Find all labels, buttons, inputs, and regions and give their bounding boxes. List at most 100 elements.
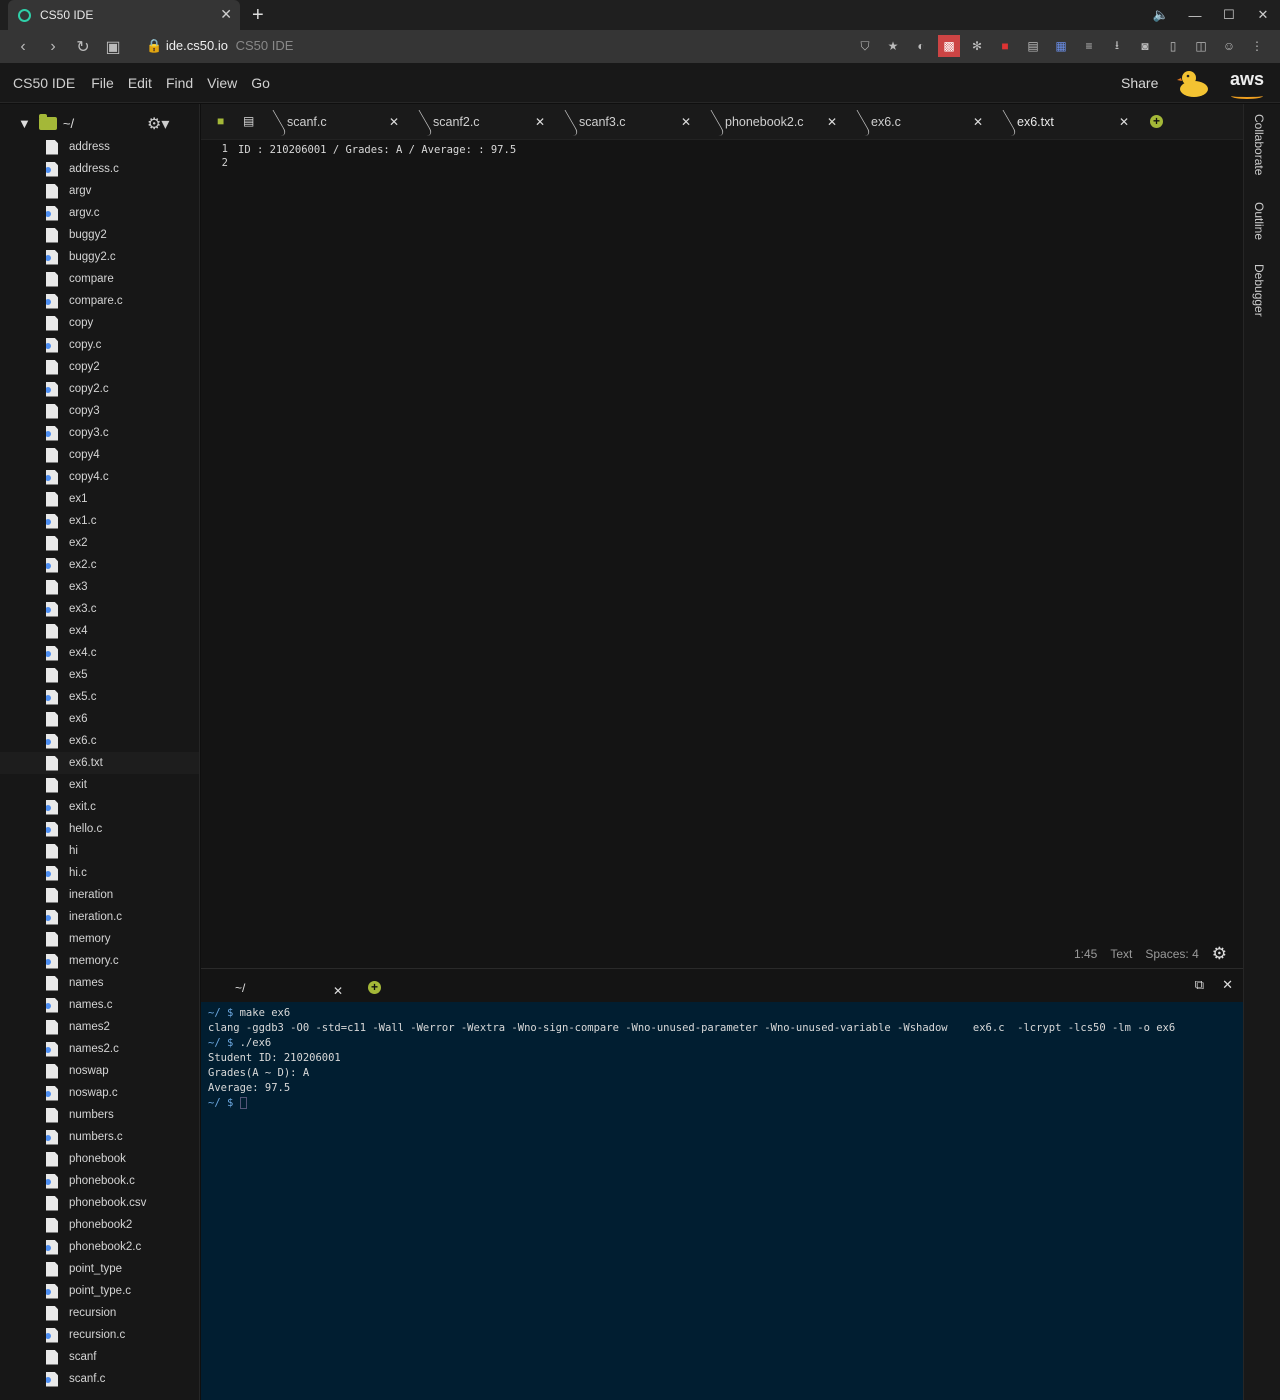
tab-scanf-c[interactable]: scanf.c ✕ [251, 104, 399, 140]
star-icon[interactable]: ★ [882, 35, 904, 57]
menu-edit[interactable]: Edit [128, 75, 152, 91]
close-panel-icon[interactable]: ✕ [1222, 977, 1233, 993]
tab-scanf2-c[interactable]: scanf2.c ✕ [397, 104, 545, 140]
tab-outline[interactable]: Outline [1252, 202, 1266, 240]
list-item[interactable]: point_type [0, 1258, 199, 1280]
folder-toggle-icon[interactable]: ■ [217, 114, 224, 128]
list-item[interactable]: noswap [0, 1060, 199, 1082]
gear-icon[interactable]: ⚙▾ [147, 114, 169, 134]
list-item[interactable]: memory [0, 928, 199, 950]
n-extension-icon[interactable]: ▣ [98, 37, 128, 57]
list-item[interactable]: ex6.txt [0, 752, 199, 774]
list-item[interactable]: address [0, 136, 199, 158]
indent-setting[interactable]: Spaces: 4 [1145, 947, 1198, 961]
menu-view[interactable]: View [207, 75, 237, 91]
tab-list-icon[interactable]: ▤ [243, 114, 254, 128]
minimize-button[interactable]: — [1178, 8, 1212, 23]
close-window-button[interactable]: ✕ [1246, 7, 1280, 23]
reader-icon[interactable]: ▯ [1162, 35, 1184, 57]
close-icon[interactable]: ✕ [973, 115, 983, 129]
list-item[interactable]: ex5 [0, 664, 199, 686]
list-item[interactable]: address.c [0, 158, 199, 180]
stack-icon[interactable]: ▤ [1022, 35, 1044, 57]
download-icon[interactable]: ⭳ [1106, 35, 1128, 57]
back-icon[interactable]: ‹ [8, 38, 38, 56]
add-tab-button[interactable]: + [1150, 115, 1163, 128]
close-icon[interactable]: ✕ [389, 115, 399, 129]
puzzle-icon[interactable]: ✻ [966, 35, 988, 57]
new-tab-button[interactable]: + [252, 4, 264, 27]
list-item[interactable]: buggy2.c [0, 246, 199, 268]
list-item[interactable]: ex1 [0, 488, 199, 510]
list-item[interactable]: copy4.c [0, 466, 199, 488]
browser-tab[interactable]: CS50 IDE ✕ [8, 0, 240, 30]
list-item[interactable]: hello.c [0, 818, 199, 840]
list-item[interactable]: ex3.c [0, 598, 199, 620]
list-item[interactable]: recursion [0, 1302, 199, 1324]
tab-phonebook2-c[interactable]: phonebook2.c ✕ [689, 104, 837, 140]
list-item[interactable]: ineration [0, 884, 199, 906]
list-item[interactable]: names.c [0, 994, 199, 1016]
list-item[interactable]: ex4 [0, 620, 199, 642]
list-item[interactable]: noswap.c [0, 1082, 199, 1104]
red-extension-icon[interactable]: ▩ [938, 35, 960, 57]
settings-gear-icon[interactable]: ⚙ [1212, 944, 1227, 964]
code-area[interactable]: ID : 210206001 / Grades: A / Average: : … [238, 143, 516, 157]
reload-icon[interactable]: ↻ [68, 37, 98, 57]
list-item[interactable]: ineration.c [0, 906, 199, 928]
list-item[interactable]: ex2.c [0, 554, 199, 576]
list-item[interactable]: ex6 [0, 708, 199, 730]
maximize-button[interactable]: ☐ [1212, 7, 1246, 23]
menu-icon[interactable]: ⋮ [1246, 35, 1268, 57]
close-tab-icon[interactable]: ✕ [220, 6, 232, 23]
menu-file[interactable]: File [91, 75, 114, 91]
list-item[interactable]: phonebook2.c [0, 1236, 199, 1258]
share-button[interactable]: Share [1121, 75, 1158, 91]
terminal-tab[interactable]: ~/ ✕ [235, 981, 343, 998]
list-item[interactable]: hi.c [0, 862, 199, 884]
list-item[interactable]: names [0, 972, 199, 994]
profile-avatar[interactable]: ☺ [1218, 35, 1240, 57]
list-item[interactable]: ex3 [0, 576, 199, 598]
shield-icon[interactable]: ⛉ [854, 35, 876, 57]
mouse-icon[interactable]: ◐ [910, 35, 932, 57]
close-icon[interactable]: ✕ [535, 115, 545, 129]
list-item[interactable]: names2 [0, 1016, 199, 1038]
list-item[interactable]: phonebook [0, 1148, 199, 1170]
tab-ex6-txt[interactable]: ex6.txt ✕ [981, 104, 1129, 140]
list-item[interactable]: argv.c [0, 202, 199, 224]
menu-go[interactable]: Go [251, 75, 270, 91]
restore-icon[interactable]: ⧉ [1195, 977, 1204, 993]
list-item[interactable]: phonebook2 [0, 1214, 199, 1236]
list-item[interactable]: ex1.c [0, 510, 199, 532]
tab-collaborate[interactable]: Collaborate [1252, 114, 1266, 175]
caret-down-icon[interactable]: ▼ [18, 116, 31, 131]
tab-ex6-c[interactable]: ex6.c ✕ [835, 104, 983, 140]
list-item[interactable]: compare.c [0, 290, 199, 312]
list-item[interactable]: numbers.c [0, 1126, 199, 1148]
menu-find[interactable]: Find [166, 75, 193, 91]
list-item[interactable]: copy3 [0, 400, 199, 422]
list-item[interactable]: compare [0, 268, 199, 290]
list-item[interactable]: exit [0, 774, 199, 796]
close-icon[interactable]: ✕ [827, 115, 837, 129]
cursor-position[interactable]: 1:45 [1074, 947, 1097, 961]
list-item[interactable]: names2.c [0, 1038, 199, 1060]
list-item[interactable]: scanf.c [0, 1368, 199, 1390]
list-item[interactable]: phonebook.c [0, 1170, 199, 1192]
camera-icon[interactable]: ◙ [1134, 35, 1156, 57]
tab-scanf3-c[interactable]: scanf3.c ✕ [543, 104, 691, 140]
forward-icon[interactable]: › [38, 38, 68, 56]
speaker-icon[interactable]: 🔈 [1144, 7, 1178, 23]
close-icon[interactable]: ✕ [1119, 115, 1129, 129]
list-item[interactable]: phonebook.csv [0, 1192, 199, 1214]
list-item[interactable]: hi [0, 840, 199, 862]
list-item[interactable]: copy [0, 312, 199, 334]
terminal-output[interactable]: ~/ $ make ex6 clang -ggdb3 -O0 -std=c11 -… [208, 1006, 1175, 1111]
list-item[interactable]: copy2 [0, 356, 199, 378]
syntax-mode[interactable]: Text [1110, 947, 1132, 961]
list-item[interactable]: recursion.c [0, 1324, 199, 1346]
list-item[interactable]: ex6.c [0, 730, 199, 752]
list-item[interactable]: ex4.c [0, 642, 199, 664]
flag-icon[interactable]: ▦ [1050, 35, 1072, 57]
